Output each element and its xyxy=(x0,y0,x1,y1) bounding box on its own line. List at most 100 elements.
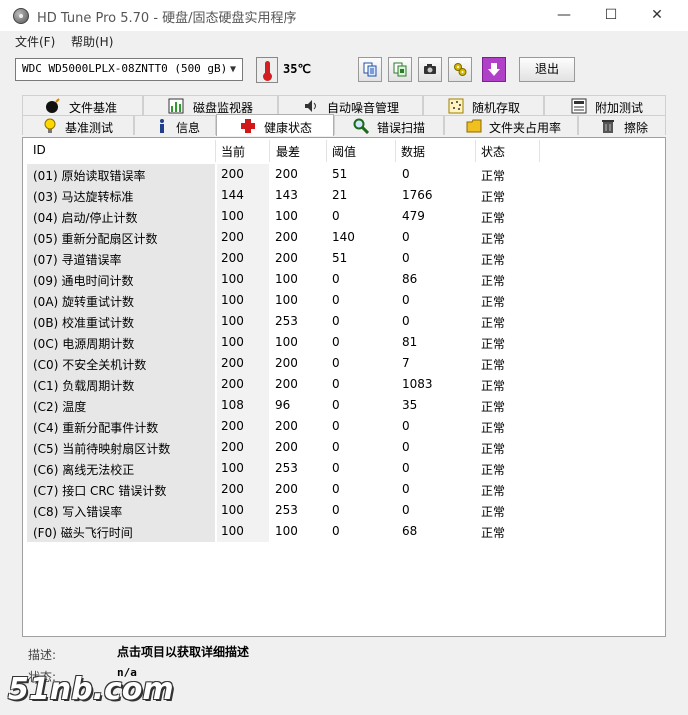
row-data: 0 xyxy=(402,440,410,454)
row-current: 100 xyxy=(221,461,244,475)
table-row[interactable]: (C2) 温度 108 96 0 35 正常 xyxy=(23,395,665,416)
table-row[interactable]: (05) 重新分配扇区计数 200 200 140 0 正常 xyxy=(23,227,665,248)
exit-button[interactable]: 退出 xyxy=(519,57,575,82)
tab-noise-management[interactable]: 自动噪音管理 xyxy=(278,95,423,115)
table-row[interactable]: (0A) 旋转重试计数 100 100 0 0 正常 xyxy=(23,290,665,311)
thermometer-icon xyxy=(256,57,278,83)
temperature-readout: 35℃ xyxy=(283,62,311,76)
drive-select-value: WDC WD5000LPLX-08ZNTT0 (500 gB) xyxy=(22,62,228,75)
row-threshold: 0 xyxy=(332,314,340,328)
minimize-button[interactable]: — xyxy=(541,0,587,31)
menu-help[interactable]: 帮助(H) xyxy=(71,33,113,50)
tab-info[interactable]: 信息 xyxy=(134,115,216,135)
row-worst: 200 xyxy=(275,251,298,265)
row-status: 正常 xyxy=(481,274,506,288)
table-row[interactable]: (C8) 写入错误率 100 253 0 0 正常 xyxy=(23,500,665,521)
row-id: (05) 重新分配扇区计数 xyxy=(33,232,158,246)
menu-file[interactable]: 文件(F) xyxy=(15,33,55,50)
row-data: 0 xyxy=(402,314,410,328)
table-row[interactable]: (07) 寻道错误率 200 200 51 0 正常 xyxy=(23,248,665,269)
table-row[interactable]: (09) 通电时间计数 100 100 0 86 正常 xyxy=(23,269,665,290)
row-status: 正常 xyxy=(481,505,506,519)
table-row[interactable]: (F0) 磁头飞行时间 100 100 0 68 正常 xyxy=(23,521,665,542)
magnifier-icon xyxy=(353,118,369,134)
smart-table: ID 当前 最差 阈值 数据 状态 (01) 原始读取错误率 200 200 51 0 正… xyxy=(22,137,666,637)
tab-extra-tests[interactable]: 附加测试 xyxy=(544,95,666,115)
copy-screenshot-button[interactable] xyxy=(388,57,412,82)
row-status: 正常 xyxy=(481,337,506,351)
table-row[interactable]: (C6) 离线无法校正 100 253 0 0 正常 xyxy=(23,458,665,479)
row-status: 正常 xyxy=(481,379,506,393)
trash-icon xyxy=(602,120,614,133)
camera-icon xyxy=(424,64,436,74)
row-id: (C4) 重新分配事件计数 xyxy=(33,421,159,435)
row-data: 1766 xyxy=(402,188,433,202)
table-row[interactable]: (C0) 不安全关机计数 200 200 0 7 正常 xyxy=(23,353,665,374)
row-data: 0 xyxy=(402,461,410,475)
options-button[interactable] xyxy=(448,57,472,82)
row-status: 正常 xyxy=(481,526,506,540)
row-worst: 100 xyxy=(275,524,298,538)
table-row[interactable]: (C5) 当前待映射扇区计数 200 200 0 0 正常 xyxy=(23,437,665,458)
row-status: 正常 xyxy=(481,190,506,204)
row-current: 100 xyxy=(221,272,244,286)
table-row[interactable]: (03) 马达旋转标准 144 143 21 1766 正常 xyxy=(23,185,665,206)
table-row[interactable]: (C4) 重新分配事件计数 200 200 0 0 正常 xyxy=(23,416,665,437)
row-current: 200 xyxy=(221,230,244,244)
tab-erase[interactable]: 擦除 xyxy=(578,115,666,135)
table-row[interactable]: (C7) 接口 CRC 错误计数 200 200 0 0 正常 xyxy=(23,479,665,500)
row-current: 100 xyxy=(221,335,244,349)
maximize-button[interactable]: ☐ xyxy=(588,0,634,31)
tab-file-benchmark[interactable]: 文件基准 xyxy=(22,95,143,115)
row-status: 正常 xyxy=(481,421,506,435)
row-data: 1083 xyxy=(402,377,433,391)
row-worst: 200 xyxy=(275,440,298,454)
tab-error-scan[interactable]: 错误扫描 xyxy=(334,115,444,135)
row-worst: 200 xyxy=(275,356,298,370)
tab-benchmark[interactable]: 基准测试 xyxy=(22,115,134,135)
row-worst: 100 xyxy=(275,335,298,349)
header-current[interactable]: 当前 xyxy=(221,143,245,160)
row-threshold: 0 xyxy=(332,524,340,538)
gears-icon xyxy=(454,63,467,76)
table-row[interactable]: (0C) 电源周期计数 100 100 0 81 正常 xyxy=(23,332,665,353)
header-id[interactable]: ID xyxy=(33,143,46,157)
row-id: (C7) 接口 CRC 错误计数 xyxy=(33,484,167,498)
table-row[interactable]: (04) 启动/停止计数 100 100 0 479 正常 xyxy=(23,206,665,227)
chevron-down-icon: ▼ xyxy=(229,64,237,75)
copy-text-button[interactable] xyxy=(358,57,382,82)
tab-health[interactable]: 健康状态 xyxy=(216,114,334,136)
table-row[interactable]: (C1) 负载周期计数 200 200 0 1083 正常 xyxy=(23,374,665,395)
row-id: (09) 通电时间计数 xyxy=(33,274,134,288)
row-id: (C5) 当前待映射扇区计数 xyxy=(33,442,171,456)
row-id: (0B) 校准重试计数 xyxy=(33,316,135,330)
speaker-icon xyxy=(305,100,316,112)
row-current: 200 xyxy=(221,356,244,370)
tab-disk-monitor[interactable]: 磁盘监视器 xyxy=(143,95,278,115)
header-status[interactable]: 状态 xyxy=(481,143,505,160)
row-threshold: 0 xyxy=(332,461,340,475)
table-header: ID 当前 最差 阈值 数据 状态 xyxy=(23,138,665,164)
table-row[interactable]: (0B) 校准重试计数 100 253 0 0 正常 xyxy=(23,311,665,332)
drive-select[interactable]: WDC WD5000LPLX-08ZNTT0 (500 gB) ▼ xyxy=(15,58,243,81)
screenshot-button[interactable] xyxy=(418,57,442,82)
row-current: 100 xyxy=(221,524,244,538)
header-worst[interactable]: 最差 xyxy=(276,143,300,160)
header-threshold[interactable]: 阈值 xyxy=(332,143,356,160)
header-data[interactable]: 数据 xyxy=(401,143,425,160)
row-worst: 100 xyxy=(275,272,298,286)
row-current: 144 xyxy=(221,188,244,202)
tab-folder-usage[interactable]: 文件夹占用率 xyxy=(444,115,578,135)
save-button[interactable] xyxy=(482,57,506,82)
download-arrow-icon xyxy=(488,63,500,76)
red-cross-icon xyxy=(241,119,255,133)
toolbar: WDC WD5000LPLX-08ZNTT0 (500 gB) ▼ 35℃ 退出 xyxy=(0,51,688,93)
row-worst: 253 xyxy=(275,461,298,475)
row-current: 200 xyxy=(221,377,244,391)
description-text: 点击项目以获取详细描述 xyxy=(117,645,250,659)
close-button[interactable]: ✕ xyxy=(634,0,680,31)
bar-chart-icon xyxy=(168,98,184,114)
table-row[interactable]: (01) 原始读取错误率 200 200 51 0 正常 xyxy=(23,164,665,185)
tab-random-access[interactable]: 随机存取 xyxy=(423,95,544,115)
row-threshold: 0 xyxy=(332,356,340,370)
